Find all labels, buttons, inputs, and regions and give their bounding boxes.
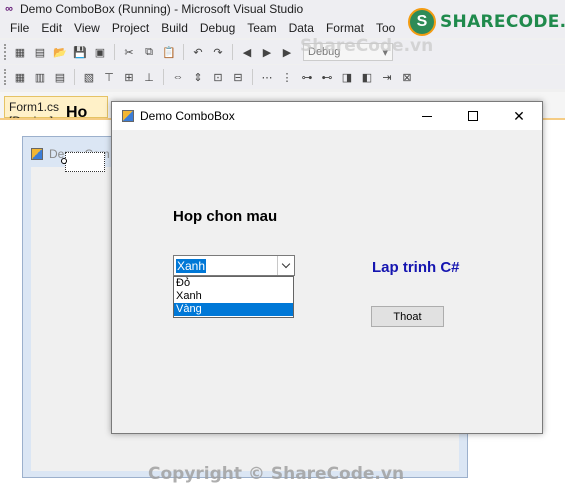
menu-data[interactable]: Data <box>283 21 320 35</box>
vs-window-title: Demo ComboBox (Running) - Microsoft Visu… <box>20 2 304 16</box>
vertical-spacing-icon[interactable]: ⋮ <box>279 69 295 85</box>
center-vertically-icon[interactable]: ⊷ <box>319 69 335 85</box>
sharecode-brand: SHARECODE.vn <box>440 12 565 32</box>
copy-icon[interactable]: ⧉ <box>141 44 157 60</box>
toolbar-separator <box>252 69 253 85</box>
menu-view[interactable]: View <box>68 21 106 35</box>
horizontal-spacing-icon[interactable]: ⋯ <box>259 69 275 85</box>
dropdown-item-xanh[interactable]: Xanh <box>174 290 293 303</box>
designer-label[interactable]: Ho <box>66 104 87 122</box>
align-tops-icon[interactable]: ⊤ <box>101 69 117 85</box>
start-icon[interactable]: ▶ <box>279 44 295 60</box>
lap-trinh-label: Lap trinh C# <box>372 259 460 276</box>
toolbar-grip[interactable] <box>4 44 8 60</box>
hop-chon-mau-label: Hop chon mau <box>173 208 278 225</box>
chevron-down-icon <box>281 259 291 269</box>
menu-format[interactable]: Format <box>320 21 370 35</box>
make-same-height-icon[interactable]: ⇕ <box>190 69 206 85</box>
toolbar-separator <box>163 69 164 85</box>
align-to-grid-icon[interactable]: ▦ <box>12 69 28 85</box>
make-same-size-icon[interactable]: ⊡ <box>210 69 226 85</box>
align-bottoms-icon[interactable]: ⊥ <box>141 69 157 85</box>
cut-icon[interactable]: ✂ <box>121 44 137 60</box>
tab-order-icon[interactable]: ⇥ <box>379 69 395 85</box>
lock-controls-icon[interactable]: ⊠ <box>399 69 415 85</box>
minimize-icon <box>422 115 432 117</box>
toolbar-separator <box>114 44 115 60</box>
window-app-icon <box>122 110 134 122</box>
paste-icon[interactable]: 📋 <box>161 44 177 60</box>
save-all-icon[interactable]: ▣ <box>92 44 108 60</box>
menu-file[interactable]: File <box>4 21 35 35</box>
running-form-window: Demo ComboBox ✕ Hop chon mau Xanh Đỏ Xan… <box>111 101 543 434</box>
toolbar-grip[interactable] <box>4 69 8 85</box>
new-project-icon[interactable]: ▦ <box>12 44 28 60</box>
form-app-icon <box>31 148 43 160</box>
save-icon[interactable]: 💾 <box>72 44 88 60</box>
dropdown-item-do[interactable]: Đỏ <box>174 277 293 290</box>
maximize-icon <box>468 111 478 121</box>
open-folder-icon[interactable]: 📂 <box>52 44 68 60</box>
menu-debug[interactable]: Debug <box>194 21 241 35</box>
menu-build[interactable]: Build <box>155 21 194 35</box>
combobox-dropdown-list: Đỏ Xanh Vàng <box>173 276 294 318</box>
menu-edit[interactable]: Edit <box>35 21 68 35</box>
align-lefts-icon[interactable]: ▥ <box>32 69 48 85</box>
close-icon: ✕ <box>513 107 525 124</box>
align-centers-icon[interactable]: ▤ <box>52 69 68 85</box>
combobox-dropdown-button[interactable] <box>277 256 294 275</box>
window-title-bar[interactable]: Demo ComboBox ✕ <box>112 102 542 130</box>
navigate-back-icon[interactable]: ◀ <box>239 44 255 60</box>
undo-icon[interactable]: ↶ <box>190 44 206 60</box>
menu-team[interactable]: Team <box>241 21 282 35</box>
sharecode-logo: S SHARECODE.vn <box>408 8 565 36</box>
close-button[interactable]: ✕ <box>496 102 542 130</box>
align-rights-icon[interactable]: ▧ <box>81 69 97 85</box>
designer-combobox[interactable] <box>65 152 105 172</box>
layout-toolbar: ▦ ▥ ▤ ▧ ⊤ ⊞ ⊥ ⇔ ⇕ ⊡ ⊟ ⋯ ⋮ ⊶ ⊷ ◨ ◧ ⇥ ⊠ <box>0 65 565 89</box>
minimize-button[interactable] <box>404 102 450 130</box>
size-to-grid-icon[interactable]: ⊟ <box>230 69 246 85</box>
menu-project[interactable]: Project <box>106 21 155 35</box>
toolbar-separator <box>74 69 75 85</box>
make-same-width-icon[interactable]: ⇔ <box>170 69 186 85</box>
align-middles-icon[interactable]: ⊞ <box>121 69 137 85</box>
menu-tools[interactable]: Too <box>370 21 401 35</box>
center-horizontally-icon[interactable]: ⊶ <box>299 69 315 85</box>
sharecode-logo-icon: S <box>408 8 436 36</box>
bring-to-front-icon[interactable]: ◨ <box>339 69 355 85</box>
window-title: Demo ComboBox <box>140 109 235 123</box>
color-combobox[interactable]: Xanh <box>173 255 295 276</box>
visual-studio-logo-icon: ∞ <box>5 3 13 15</box>
maximize-button[interactable] <box>450 102 496 130</box>
tab-form1-design[interactable]: Form1.cs [Design] <box>4 96 108 128</box>
send-to-back-icon[interactable]: ◧ <box>359 69 375 85</box>
toolbar-separator <box>183 44 184 60</box>
thoat-button[interactable]: Thoat <box>371 306 444 327</box>
navigate-forward-icon[interactable]: ▶ <box>259 44 275 60</box>
add-item-icon[interactable]: ▤ <box>32 44 48 60</box>
resize-handle[interactable] <box>61 158 67 164</box>
dropdown-item-vang[interactable]: Vàng <box>174 303 293 316</box>
redo-icon[interactable]: ↷ <box>210 44 226 60</box>
copyright-watermark: Copyright © ShareCode.vn <box>148 464 405 484</box>
standard-toolbar: ▦ ▤ 📂 💾 ▣ ✂ ⧉ 📋 ↶ ↷ ◀ ▶ ▶ Debug ▾ <box>0 40 565 64</box>
sharecode-watermark: ShareCode.vn <box>300 36 434 56</box>
toolbar-separator <box>232 44 233 60</box>
combobox-value: Xanh <box>176 259 207 273</box>
